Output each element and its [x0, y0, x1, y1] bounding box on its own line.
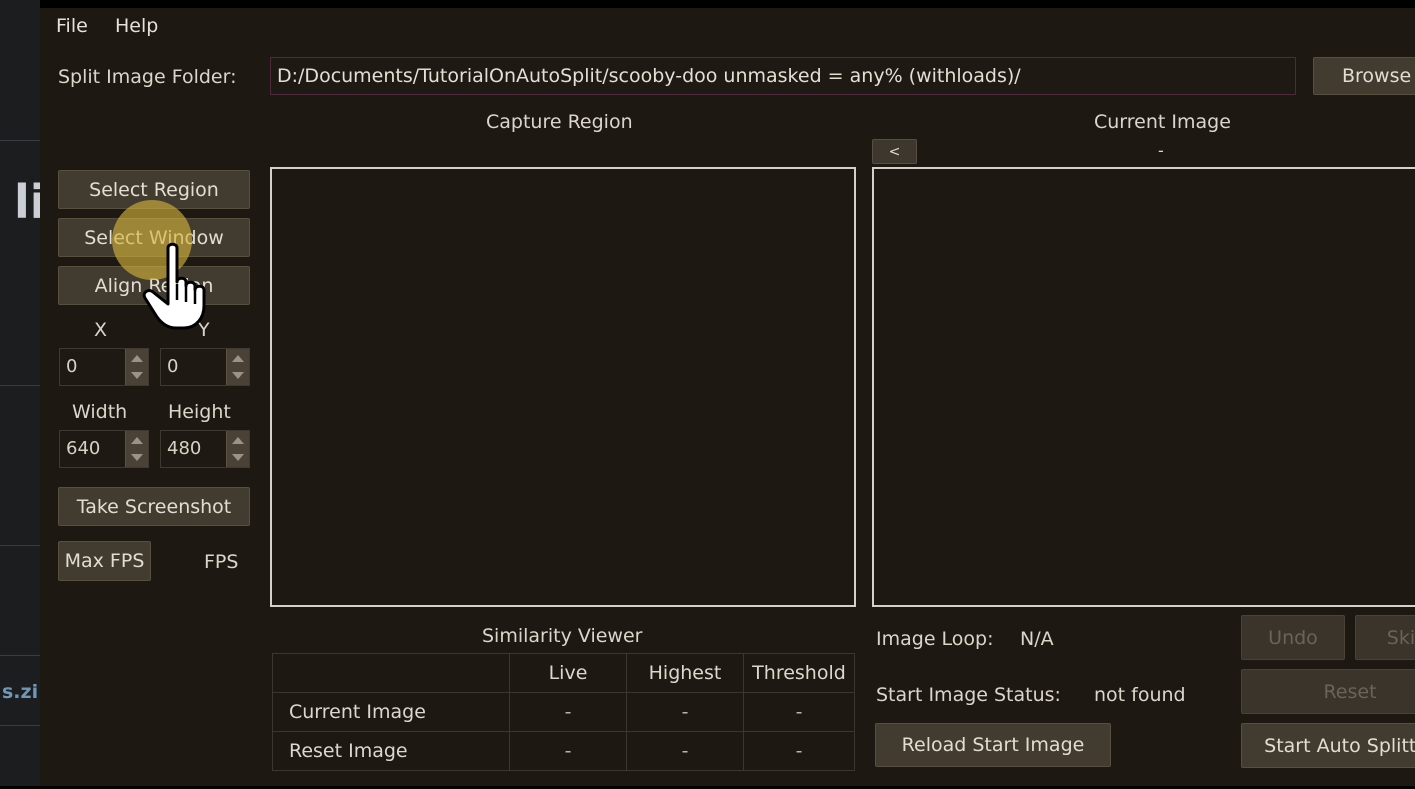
max-fps-button[interactable]: Max FPS [58, 541, 151, 581]
background-window-strip: li s.zi [0, 0, 46, 789]
x-value: 0 [66, 356, 78, 377]
skip-split-button[interactable]: Skip [1355, 615, 1415, 660]
table-header-cell: Live [509, 653, 627, 693]
image-loop-value: N/A [1020, 628, 1054, 650]
height-spinbox[interactable]: 480 [160, 430, 250, 468]
table-cell: - [509, 692, 627, 732]
table-row: Current Image - - - [272, 692, 855, 732]
similarity-table: Live Highest Threshold Current Image - -… [272, 653, 855, 771]
split-folder-label: Split Image Folder: [58, 66, 237, 88]
image-loop-label: Image Loop: [876, 628, 994, 650]
row-label: Reset Image [272, 731, 510, 771]
y-spinbox[interactable]: 0 [160, 348, 250, 386]
x-label: X [94, 319, 108, 341]
capture-region-preview [270, 167, 856, 607]
y-value: 0 [167, 356, 179, 377]
height-value: 480 [167, 438, 202, 459]
table-cell: - [626, 731, 744, 771]
table-header-row: Live Highest Threshold [272, 653, 855, 693]
autosplit-window: File Help Split Image Folder: D:/Documen… [40, 8, 1415, 786]
menu-help[interactable]: Help [115, 15, 158, 37]
current-image-title: Current Image [1094, 111, 1231, 133]
current-image-name: - [1158, 141, 1164, 160]
take-screenshot-button[interactable]: Take Screenshot [58, 487, 250, 526]
menu-file[interactable]: File [56, 15, 88, 37]
table-header-cell: Threshold [743, 653, 855, 693]
table-cell: - [743, 731, 855, 771]
undo-split-button[interactable]: Undo [1241, 615, 1345, 660]
spin-arrows-icon[interactable] [226, 431, 249, 467]
strip-divider [0, 655, 40, 656]
width-label: Width [72, 401, 128, 423]
table-header-cell [272, 653, 510, 693]
table-header-cell: Highest [626, 653, 744, 693]
browse-button[interactable]: Browse [1313, 57, 1415, 95]
spin-arrows-icon[interactable] [125, 431, 148, 467]
table-cell: - [743, 692, 855, 732]
spin-arrows-icon[interactable] [125, 349, 148, 385]
similarity-viewer-title: Similarity Viewer [482, 625, 643, 647]
split-folder-path-field[interactable]: D:/Documents/TutorialOnAutoSplit/scooby-… [270, 57, 1296, 95]
spin-arrows-icon[interactable] [226, 349, 249, 385]
width-value: 640 [66, 438, 101, 459]
table-row: Reset Image - - - [272, 731, 855, 771]
reset-button[interactable]: Reset [1241, 669, 1415, 714]
start-auto-splitter-button[interactable]: Start Auto Splitter [1241, 723, 1415, 768]
previous-image-button[interactable]: < [872, 139, 917, 164]
table-cell: - [626, 692, 744, 732]
strip-divider [0, 385, 40, 386]
hand-pointer-icon [142, 242, 206, 330]
strip-fragment-link: s.zi [2, 681, 39, 703]
x-spinbox[interactable]: 0 [59, 348, 149, 386]
row-label: Current Image [272, 692, 510, 732]
start-image-status-label: Start Image Status: [876, 684, 1061, 706]
fps-label: FPS [204, 551, 239, 573]
height-label: Height [168, 401, 231, 423]
reload-start-image-button[interactable]: Reload Start Image [875, 723, 1111, 767]
capture-region-title: Capture Region [486, 111, 633, 133]
width-spinbox[interactable]: 640 [59, 430, 149, 468]
current-image-preview [872, 167, 1415, 607]
start-image-status-value: not found [1094, 684, 1186, 706]
strip-divider [0, 140, 40, 141]
strip-divider [0, 725, 40, 726]
strip-divider [0, 545, 40, 546]
table-cell: - [509, 731, 627, 771]
